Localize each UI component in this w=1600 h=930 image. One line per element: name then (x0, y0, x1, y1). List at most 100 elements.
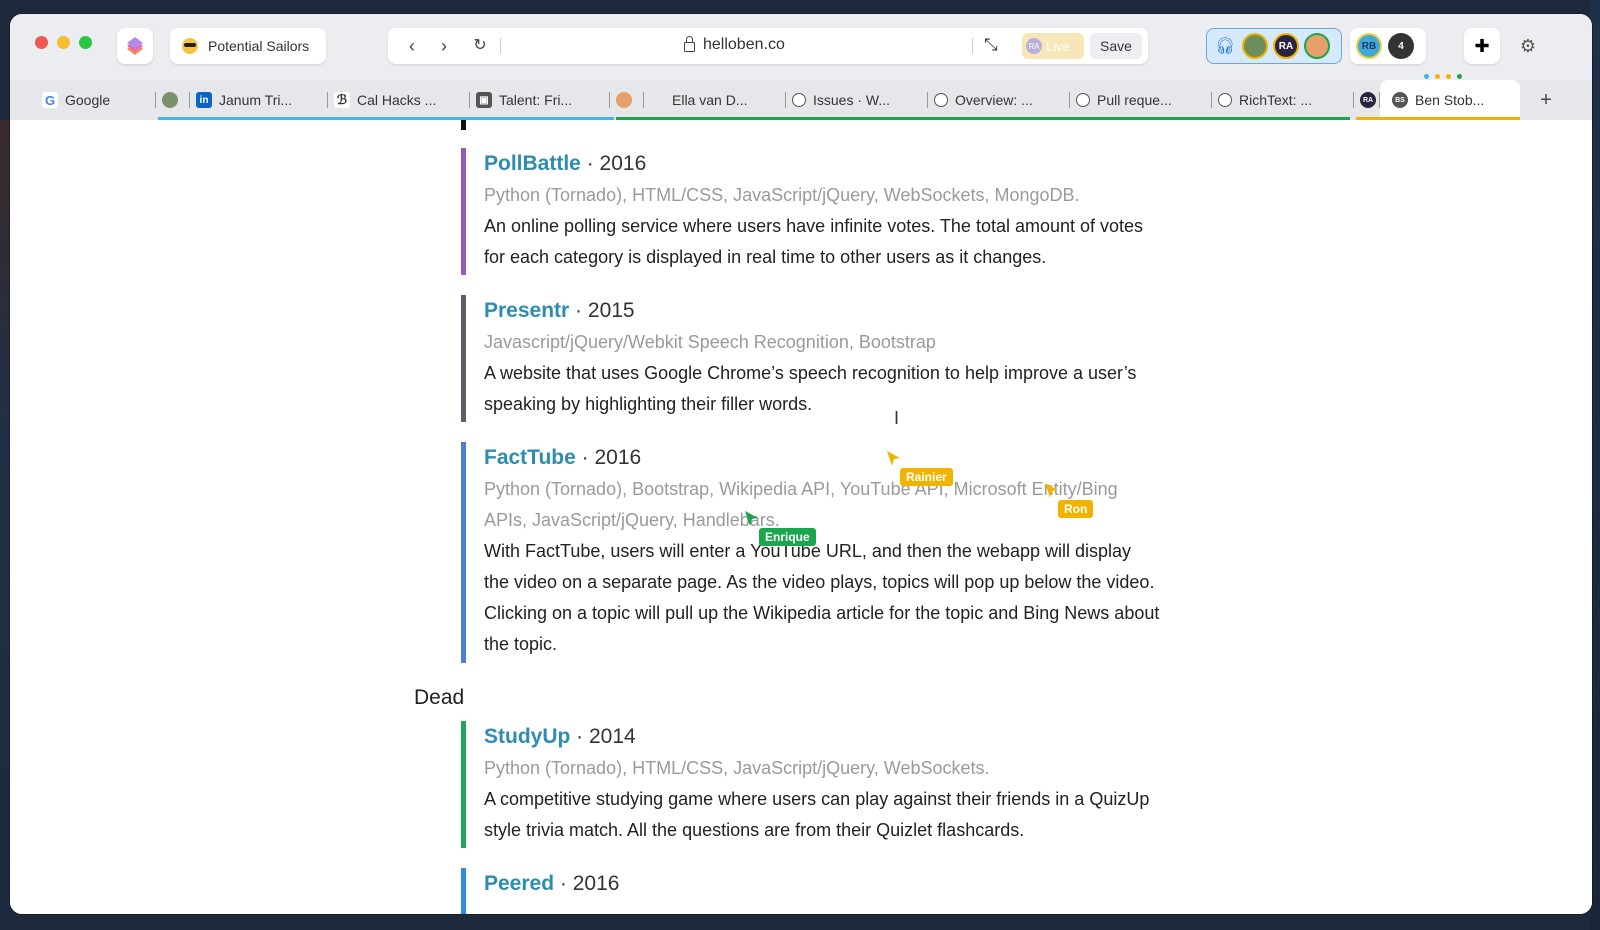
github-icon (934, 93, 948, 107)
project-title: FactTube · 2016 (484, 442, 1161, 474)
tab-pull-requests[interactable]: Pull reque... (1070, 80, 1212, 120)
people-group[interactable]: RB 4 (1350, 28, 1426, 64)
tab-bar: G Google in Janum Tri... ℬ Cal Hacks ...… (10, 80, 1592, 120)
tab-issues[interactable]: Issues · W... (786, 80, 928, 120)
tab-label: Pull reque... (1097, 92, 1172, 108)
avatar-favicon-icon (162, 92, 178, 108)
pointer-arrow-icon (1045, 483, 1058, 498)
ra-avatar-icon: RA (1360, 92, 1376, 108)
space-selector[interactable]: Potential Sailors (170, 28, 326, 64)
project-description: An online polling service where users ha… (484, 216, 1144, 267)
collaborators-group[interactable]: 🎧︎ RA (1206, 28, 1342, 64)
github-icon (1076, 93, 1090, 107)
github-icon (1218, 93, 1232, 107)
project-studyup: StudyUp · 2014 Python (Tornado), HTML/CS… (461, 721, 1161, 848)
project-tech: Javascript/jQuery/Webkit Speech Recognit… (484, 332, 936, 352)
tab-linkedin[interactable]: in Janum Tri... (190, 80, 328, 120)
avatar-rb[interactable]: RB (1356, 33, 1382, 59)
project-name-link[interactable]: StudyUp (484, 725, 570, 748)
tab-ben-stob[interactable]: BS Ben Stob... (1380, 80, 1520, 120)
project-peered: Peered · 2016 (461, 868, 1161, 914)
settings-gear-icon[interactable]: ⚙ (1510, 28, 1546, 64)
avatar-ra[interactable]: RA (1273, 33, 1299, 59)
linkedin-icon: in (196, 92, 212, 108)
live-avatar: RA (1026, 38, 1042, 54)
extensions-puzzle-icon[interactable]: ✚ (1464, 28, 1500, 64)
minimize-window-button[interactable] (57, 36, 70, 49)
google-icon: G (42, 92, 58, 108)
project-tech: Python (Tornado), HTML/CSS, JavaScript/j… (484, 185, 1080, 205)
live-label: Live (1046, 38, 1070, 54)
headphones-icon: 🎧︎ (1215, 38, 1236, 55)
photo-favicon-icon (616, 92, 632, 108)
cursor-label: Rainier (900, 468, 953, 486)
tab-avatar[interactable] (156, 80, 190, 120)
tab-richtext[interactable]: RichText: ... (1212, 80, 1354, 120)
section-heading-dead: Dead (414, 686, 465, 709)
project-year: 2016 (594, 446, 642, 469)
tab-label: Ben Stob... (1415, 92, 1485, 108)
title-separator: · (570, 725, 589, 748)
project-description: A competitive studying game where users … (484, 789, 1150, 840)
url-separator (500, 38, 501, 54)
back-icon[interactable]: ‹ (402, 36, 422, 56)
expand-icon[interactable]: ⤡ (984, 35, 998, 55)
people-count-badge[interactable]: 4 (1388, 33, 1414, 59)
reload-icon[interactable]: ↻ (470, 36, 490, 56)
tab-label: Google (65, 92, 111, 108)
tab-cal-hacks[interactable]: ℬ Cal Hacks ... (328, 80, 470, 120)
project-year: 2016 (599, 152, 647, 175)
page-content[interactable]: PollBattle · 2016 Python (Tornado), HTML… (10, 120, 1592, 914)
cal-hacks-icon: ℬ (334, 92, 350, 108)
live-button[interactable]: RA Live (1022, 33, 1084, 59)
title-separator: · (554, 872, 573, 895)
new-tab-plus-icon[interactable]: + (1526, 80, 1566, 120)
project-name-link[interactable]: PollBattle (484, 152, 581, 175)
project-title: StudyUp · 2014 (484, 721, 1161, 753)
tab-label: Ella van D... (672, 92, 748, 108)
pointer-arrow-icon (887, 451, 900, 466)
forward-icon[interactable]: › (434, 36, 454, 56)
address-bar[interactable]: ‹ › ↻ helloben.co ⤡ RA Live Save (388, 28, 1148, 64)
lock-icon (684, 36, 695, 52)
project-name-link[interactable]: Presentr (484, 299, 569, 322)
project-pollbattle: PollBattle · 2016 Python (Tornado), HTML… (461, 148, 1161, 275)
project-presentr: Presentr · 2015 Javascript/jQuery/Webkit… (461, 295, 1161, 422)
previous-project-border (461, 120, 466, 130)
project-title: PollBattle · 2016 (484, 148, 1161, 180)
tab-label: Overview: ... (955, 92, 1033, 108)
url-separator-right (972, 38, 973, 54)
cursor-label: Ron (1058, 500, 1094, 518)
talent-icon: ▣ (476, 92, 492, 108)
tab-google[interactable]: G Google (36, 80, 156, 120)
url-display[interactable]: helloben.co (684, 36, 785, 54)
save-button[interactable]: Save (1090, 33, 1142, 59)
maximize-window-button[interactable] (79, 36, 92, 49)
tab-ra[interactable]: RA (1354, 80, 1380, 120)
project-tech: Python (Tornado), HTML/CSS, JavaScript/j… (484, 758, 990, 778)
avatar-photo[interactable] (1242, 33, 1268, 59)
project-name-link[interactable]: Peered (484, 872, 554, 895)
project-description: A website that uses Google Chrome’s spee… (484, 363, 1137, 414)
project-name-link[interactable]: FactTube (484, 446, 576, 469)
text-cursor-icon: I (894, 408, 900, 428)
tab-ella[interactable]: Ella van D... (666, 80, 786, 120)
cursor-label: Enrique (759, 528, 816, 546)
url-text: helloben.co (703, 36, 785, 53)
tab-label: Talent: Fri... (499, 92, 573, 108)
tab-overview[interactable]: Overview: ... (928, 80, 1070, 120)
browser-window: Potential Sailors ‹ › ↻ helloben.co ⤡ RA… (10, 14, 1592, 914)
desktop-left-edge (0, 120, 10, 930)
app-logo-button[interactable] (117, 28, 153, 64)
avatar-photo-2[interactable] (1304, 33, 1330, 59)
browser-toolbar: Potential Sailors ‹ › ↻ helloben.co ⤡ RA… (10, 14, 1592, 80)
close-window-button[interactable] (35, 36, 48, 49)
ben-favicon-icon: BS (1392, 92, 1408, 108)
tab-talent[interactable]: ▣ Talent: Fri... (470, 80, 610, 120)
tab-label: Issues · W... (813, 92, 891, 108)
title-separator: · (569, 299, 588, 322)
project-year: 2014 (589, 725, 636, 748)
tab-photo[interactable] (610, 80, 644, 120)
space-name: Potential Sailors (208, 38, 310, 54)
tab-label: Cal Hacks ... (357, 92, 437, 108)
